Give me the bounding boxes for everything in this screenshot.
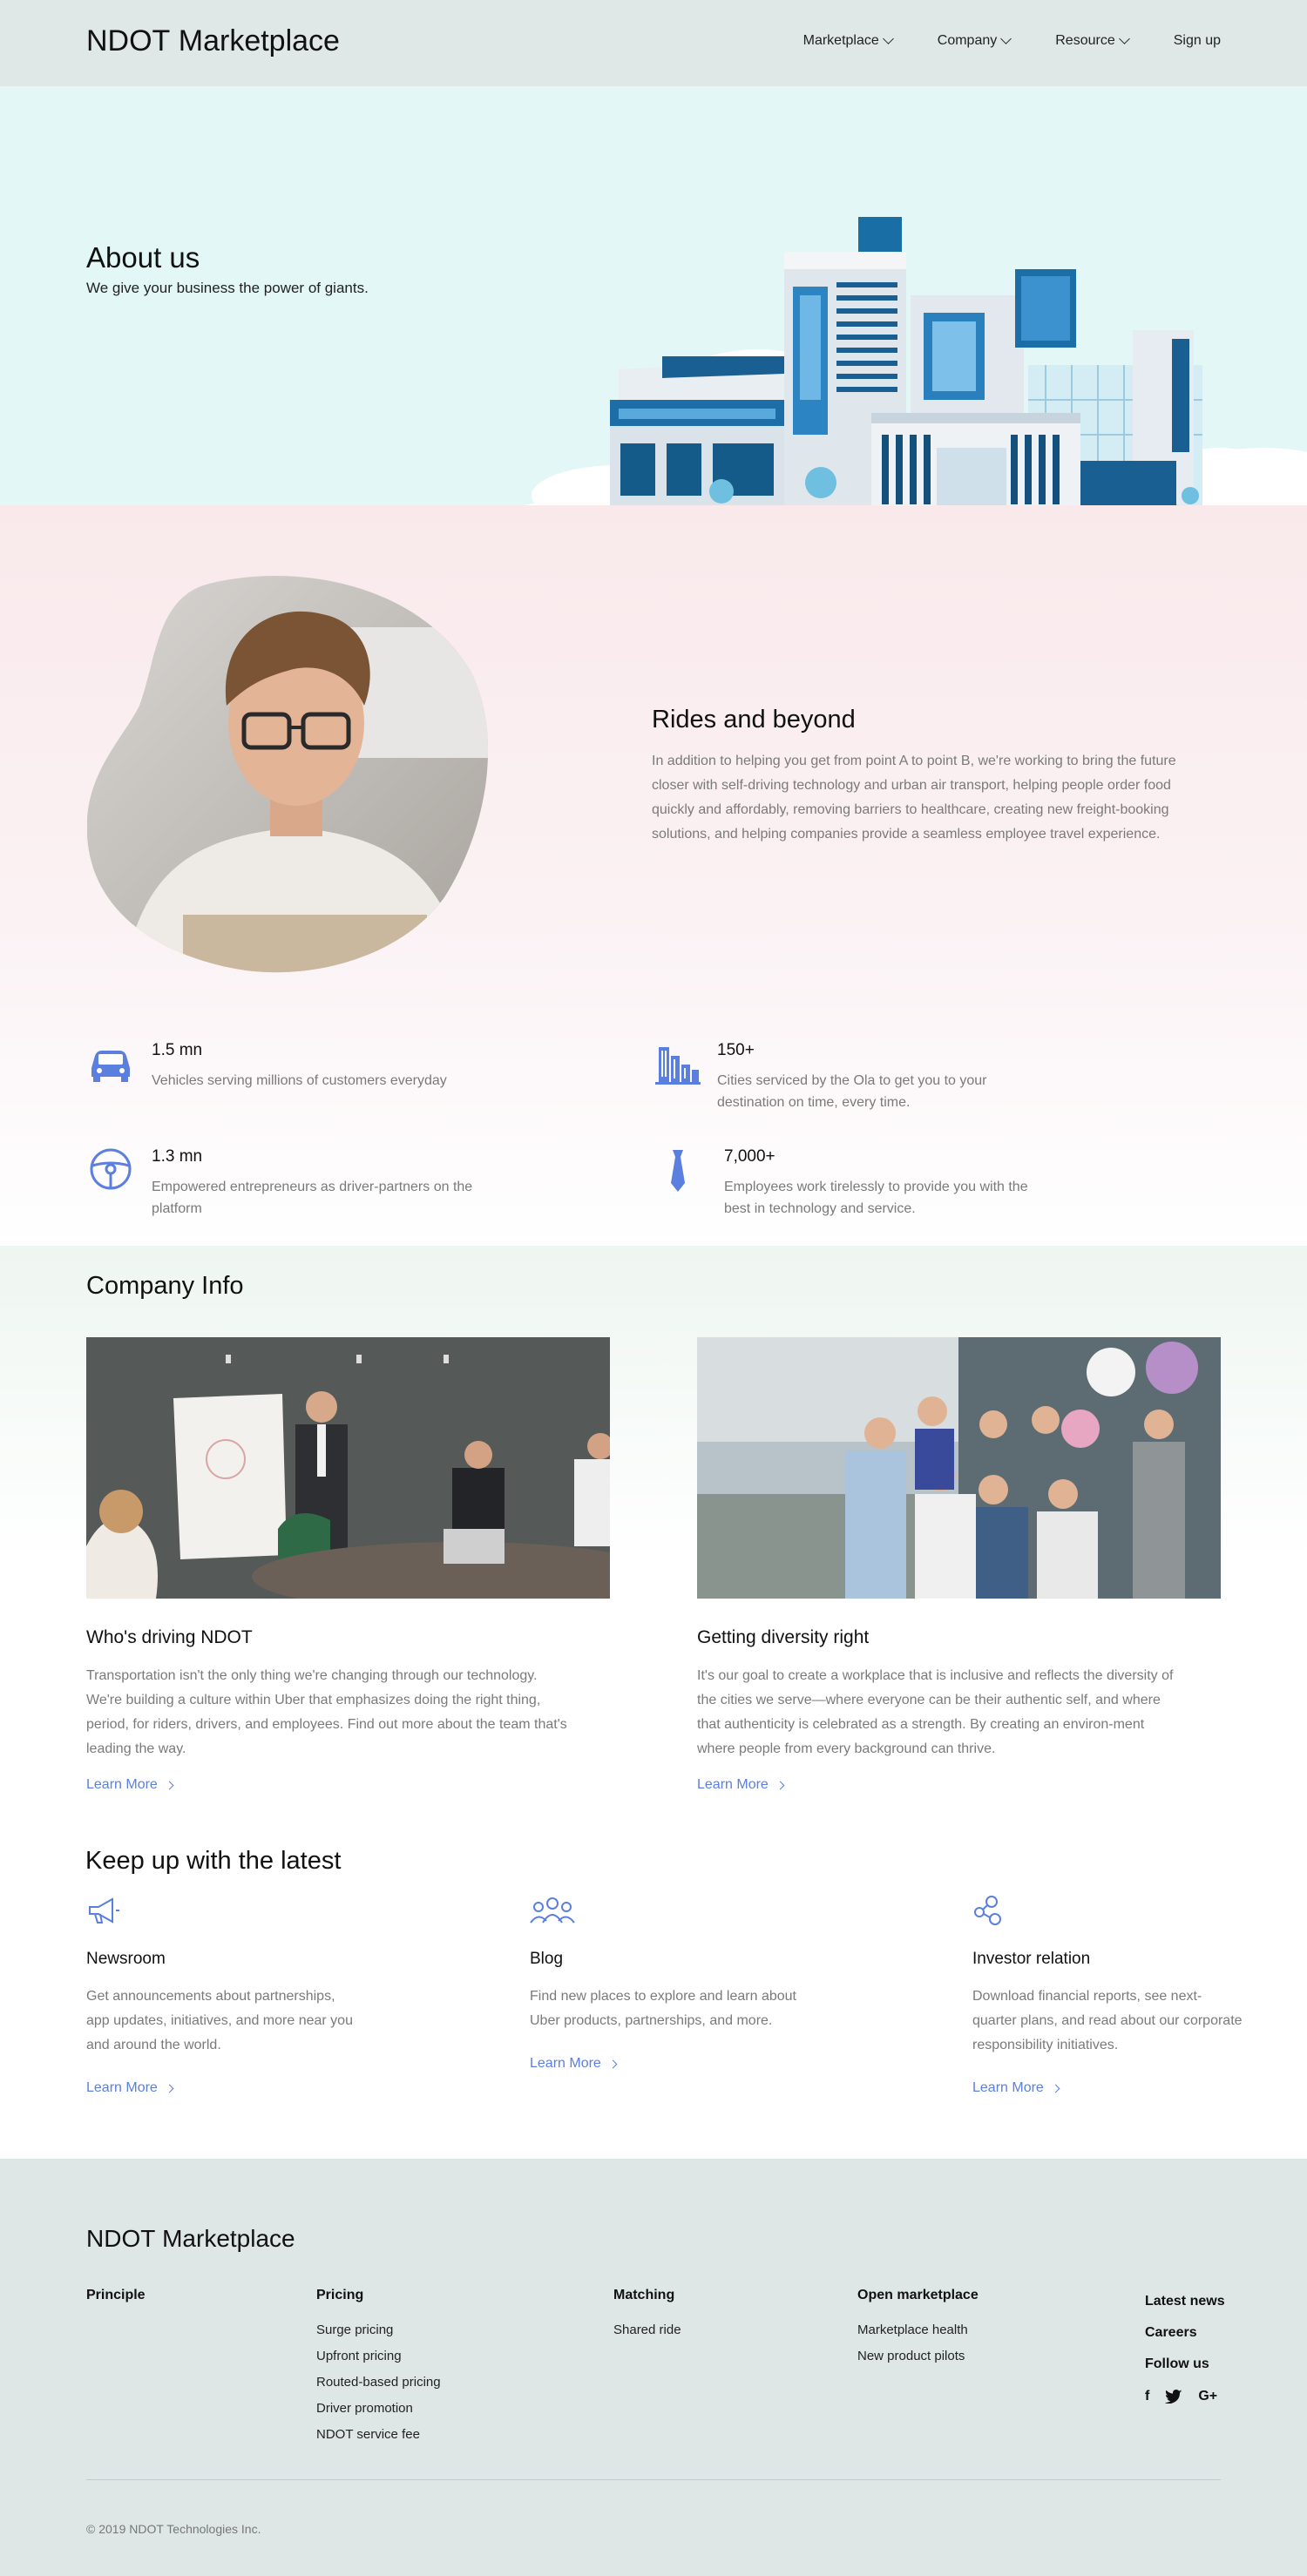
stat-value: 150+: [717, 1041, 755, 1059]
section-title: Company Info: [86, 1272, 244, 1300]
stat-description: Employees work tirelessly to provide you…: [724, 1180, 1028, 1216]
company-info-section: Company Info Who's driving NDOT Transpor…: [0, 1246, 1307, 1821]
follow-us-label: Follow us: [1145, 2356, 1209, 2371]
city-buildings-illustration: [523, 217, 1307, 505]
footer-logo[interactable]: NDOT Marketplace: [86, 2225, 295, 2253]
chevron-right-icon: [608, 2059, 618, 2068]
footer-heading[interactable]: Principle: [86, 2288, 146, 2303]
footer-link-marketplace-health[interactable]: Marketplace health: [857, 2317, 979, 2343]
main-nav: Marketplace Company Resource Sign up: [803, 33, 1221, 49]
card-description: It's our goal to create a workplace that…: [697, 1668, 1174, 1756]
stat-value: 1.5 mn: [152, 1041, 203, 1059]
learn-more-link[interactable]: Learn More: [697, 1777, 785, 1793]
site-header: NDOT Marketplace Marketplace Company Res…: [0, 0, 1307, 86]
latest-item-title: Newsroom: [86, 1950, 166, 1968]
footer-link-careers[interactable]: Careers: [1145, 2317, 1225, 2349]
network-icon: [974, 1896, 1001, 1925]
latest-item-blog: Blog Find new places to explore and lear…: [530, 1895, 826, 2072]
card-title: Getting diversity right: [697, 1627, 870, 1647]
hero-banner: About us We give your business the power…: [0, 86, 1307, 505]
chevron-down-icon: [882, 33, 894, 44]
latest-item-title: Blog: [530, 1950, 564, 1968]
page-title: About us: [86, 241, 200, 274]
latest-item-description: Get announcements about partnerships, ap…: [86, 1989, 353, 2052]
stat-description: Cities serviced by the Ola to get you to…: [717, 1073, 987, 1110]
footer-right-links: Latest news Careers Follow us f G+: [1145, 2286, 1225, 2404]
stat-value: 7,000+: [724, 1147, 775, 1166]
footer-link-driver-promotion[interactable]: Driver promotion: [316, 2396, 441, 2422]
footer-column-open-marketplace: Open marketplace Marketplace health New …: [857, 2288, 979, 2370]
footer-divider: [86, 2479, 1221, 2480]
section-title: Keep up with the latest: [85, 1847, 342, 1875]
learn-more-link[interactable]: Learn More: [972, 2080, 1269, 2096]
rides-section: Rides and beyond In addition to helping …: [0, 505, 1307, 1246]
city-buildings-icon: [655, 1047, 701, 1085]
steering-wheel-icon: [90, 1148, 132, 1190]
latest-item-investor: Investor relation Download financial rep…: [972, 1895, 1269, 2096]
footer-column-principle: Principle: [86, 2288, 146, 2317]
footer-link-service-fee[interactable]: NDOT service fee: [316, 2422, 441, 2448]
social-links: f G+: [1145, 2389, 1225, 2404]
card-description: Transportation isn't the only thing we'r…: [86, 1668, 567, 1756]
twitter-icon[interactable]: [1165, 2390, 1183, 2404]
learn-more-link[interactable]: Learn More: [86, 2080, 383, 2096]
facebook-icon[interactable]: f: [1145, 2389, 1149, 2404]
team-celebration-photo: [697, 1337, 1221, 1599]
footer-link-upfront-pricing[interactable]: Upfront pricing: [316, 2343, 441, 2370]
chevron-right-icon: [775, 1781, 785, 1789]
learn-more-link[interactable]: Learn More: [530, 2056, 826, 2072]
car-icon: [91, 1051, 130, 1082]
nav-company[interactable]: Company: [938, 33, 1012, 49]
card-title: Who's driving NDOT: [86, 1627, 253, 1647]
chevron-down-icon: [1000, 33, 1012, 44]
latest-section: Keep up with the latest Newsroom Get ann…: [0, 1821, 1307, 2159]
latest-item-title: Investor relation: [972, 1950, 1091, 1968]
nav-marketplace[interactable]: Marketplace: [803, 33, 894, 49]
latest-item-description: Find new places to explore and learn abo…: [530, 1989, 796, 2028]
footer-link-routed-pricing[interactable]: Routed-based pricing: [316, 2370, 441, 2396]
footer-heading[interactable]: Matching: [613, 2288, 681, 2303]
team-member-photo: [87, 575, 489, 973]
chevron-down-icon: [1118, 33, 1130, 44]
people-group-icon: [530, 1897, 575, 1924]
footer-column-matching: Matching Shared ride: [613, 2288, 681, 2343]
footer-link-surge-pricing[interactable]: Surge pricing: [316, 2317, 441, 2343]
latest-item-description: Download financial reports, see next-qua…: [972, 1989, 1243, 2052]
nav-sign-up[interactable]: Sign up: [1174, 33, 1221, 49]
footer-link-new-product-pilots[interactable]: New product pilots: [857, 2343, 979, 2370]
nav-resource[interactable]: Resource: [1055, 33, 1130, 49]
chevron-right-icon: [1051, 2084, 1060, 2093]
footer-heading[interactable]: Pricing: [316, 2288, 441, 2303]
copyright-text: © 2019 NDOT Technologies Inc.: [86, 2522, 261, 2536]
footer-column-pricing: Pricing Surge pricing Upfront pricing Ro…: [316, 2288, 441, 2448]
site-footer: NDOT Marketplace Principle Pricing Surge…: [0, 2159, 1307, 2576]
necktie-icon: [671, 1150, 685, 1192]
rides-description: In addition to helping you get from poin…: [652, 754, 1176, 842]
latest-item-newsroom: Newsroom Get announcements about partner…: [86, 1895, 383, 2096]
stat-description: Empowered entrepreneurs as driver-partne…: [152, 1180, 473, 1216]
rides-title: Rides and beyond: [652, 706, 856, 734]
google-plus-icon[interactable]: G+: [1198, 2389, 1217, 2404]
stat-description: Vehicles serving millions of customers e…: [152, 1073, 447, 1088]
chevron-right-icon: [165, 2084, 174, 2093]
stat-vehicles: 1.5 mn Vehicles serving millions of cust…: [86, 1038, 522, 1108]
meeting-photo: [86, 1337, 610, 1599]
stat-cities: 150+ Cities serviced by the Ola to get y…: [654, 1038, 1089, 1110]
footer-link-latest-news[interactable]: Latest news: [1145, 2286, 1225, 2317]
learn-more-link[interactable]: Learn More: [86, 1777, 174, 1793]
stat-value: 1.3 mn: [152, 1147, 203, 1166]
stat-entrepreneurs: 1.3 mn Empowered entrepreneurs as driver…: [86, 1145, 522, 1216]
stat-employees: 7,000+ Employees work tirelessly to prov…: [654, 1145, 1089, 1216]
megaphone-icon: [89, 1897, 119, 1924]
hero-subtitle: We give your business the power of giant…: [86, 280, 369, 296]
footer-heading[interactable]: Open marketplace: [857, 2288, 979, 2303]
site-logo[interactable]: NDOT Marketplace: [86, 24, 340, 58]
chevron-right-icon: [165, 1781, 174, 1789]
footer-link-shared-ride[interactable]: Shared ride: [613, 2317, 681, 2343]
